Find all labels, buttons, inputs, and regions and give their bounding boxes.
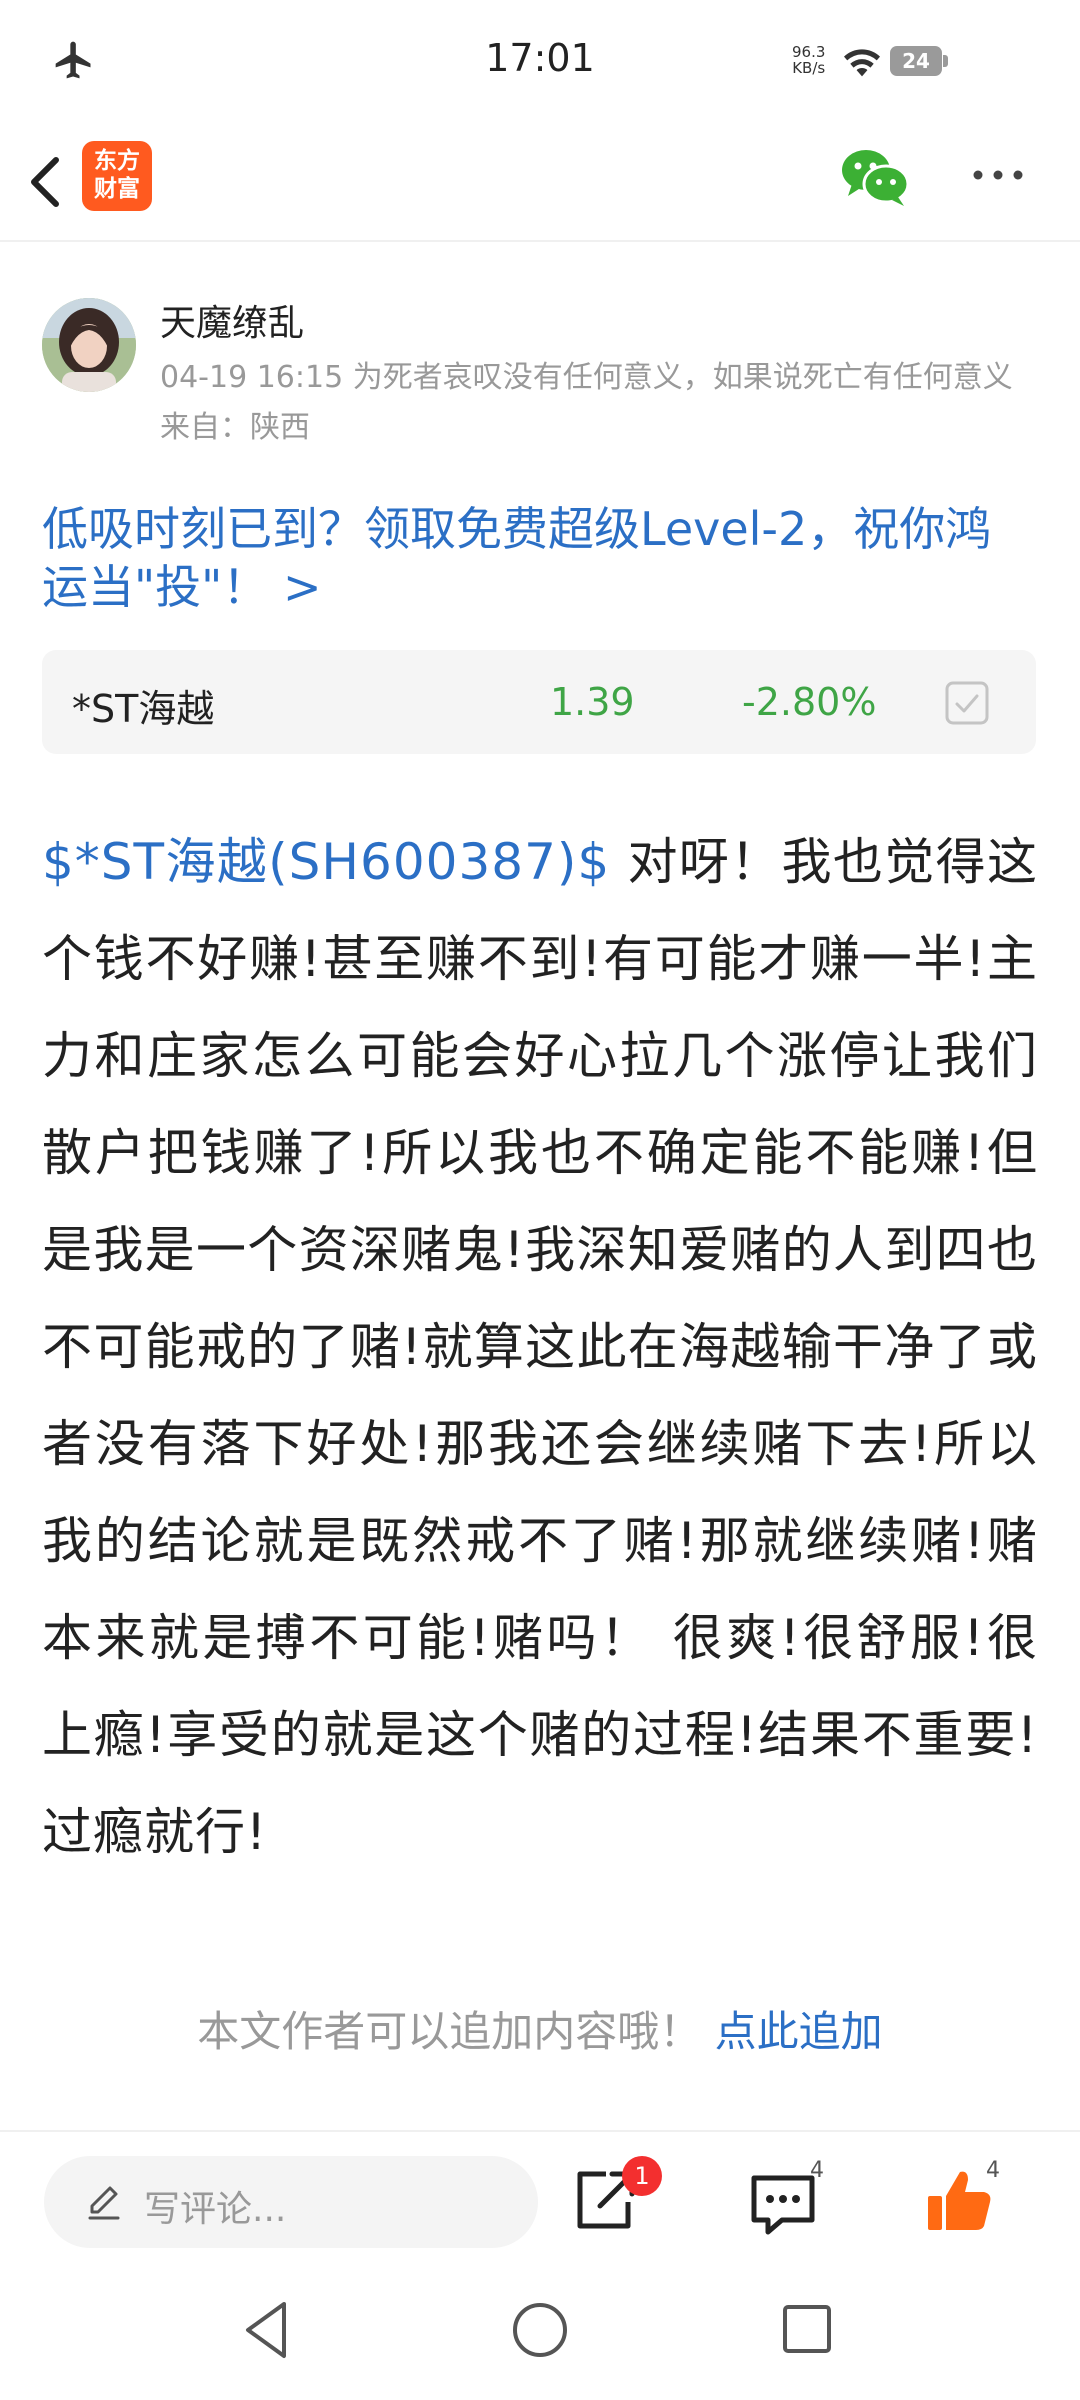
logo-line-2: 财富 [94,176,140,202]
append-notice: 本文作者可以追加内容哦！ 点此追加 [0,1998,1080,2059]
stock-card[interactable]: *ST海越 1.39 -2.80% [42,650,1036,754]
nav-home-icon[interactable] [510,2300,570,2360]
avatar-image [42,298,136,392]
avatar[interactable] [42,298,136,392]
append-link[interactable]: 点此追加 [715,2007,883,2056]
stock-price: 1.39 [550,680,635,724]
battery-icon: 24 [890,46,948,76]
status-bar: 17:01 96.3 KB/s 24 [0,0,1080,120]
thumbs-up-icon[interactable] [924,2166,994,2236]
author-name[interactable]: 天魔缭乱 [160,294,304,346]
append-notice-text: 本文作者可以追加内容哦！ [197,2007,702,2056]
like-count: 4 [986,2158,1000,2183]
network-speed: 96.3 KB/s [792,44,825,76]
promo-link[interactable]: 低吸时刻已到？领取免费超级Level-2，祝你鸿运当"投"！ > [42,500,1032,616]
logo-line-1: 东方 [94,148,140,174]
wechat-icon[interactable] [838,144,912,208]
app-logo[interactable]: 东方 财富 [82,141,152,211]
post-meta: 04-19 16:15 为死者哀叹没有任何意义，如果说死亡有任何意义 [160,360,1013,395]
comment-count: 4 [810,2158,824,2183]
back-arrow-icon[interactable] [16,142,86,222]
post-text: 对呀！我也觉得这个钱不好赚!甚至赚不到!有可能才赚一半!主力和庄家怎么可能会好心… [42,833,1038,1861]
pen-icon [88,2186,120,2220]
battery-tip [943,55,948,67]
comment-icon[interactable] [748,2170,818,2240]
stock-name: *ST海越 [72,687,215,731]
stock-change: -2.80% [742,680,877,724]
network-speed-unit: KB/s [792,59,826,77]
system-nav [0,2270,1080,2400]
more-icon[interactable] [968,160,1028,190]
nav-recent-icon[interactable] [780,2302,834,2356]
post-location: 来自：陕西 [160,410,310,445]
share-badge: 1 [622,2156,662,2196]
post-body: $*ST海越(SH600387)$ 对呀！我也觉得这个钱不好赚!甚至赚不到!有可… [42,814,1038,1881]
comment-input[interactable]: 写评论... [44,2156,538,2248]
checkbox-icon[interactable] [944,680,990,726]
network-speed-value: 96.3 [792,43,826,61]
top-nav: 东方 财富 [0,120,1080,242]
comment-placeholder: 写评论... [144,2189,287,2230]
bottom-action-bar: 写评论... 1 4 4 [0,2130,1080,2270]
stock-tag-link[interactable]: $*ST海越(SH600387)$ [42,833,610,891]
battery-level: 24 [890,46,942,76]
nav-back-icon[interactable] [238,2298,294,2362]
author-info: 天魔缭乱 04-19 16:15 为死者哀叹没有任何意义，如果说死亡有任何意义 … [42,290,1042,450]
wifi-icon [844,49,880,77]
